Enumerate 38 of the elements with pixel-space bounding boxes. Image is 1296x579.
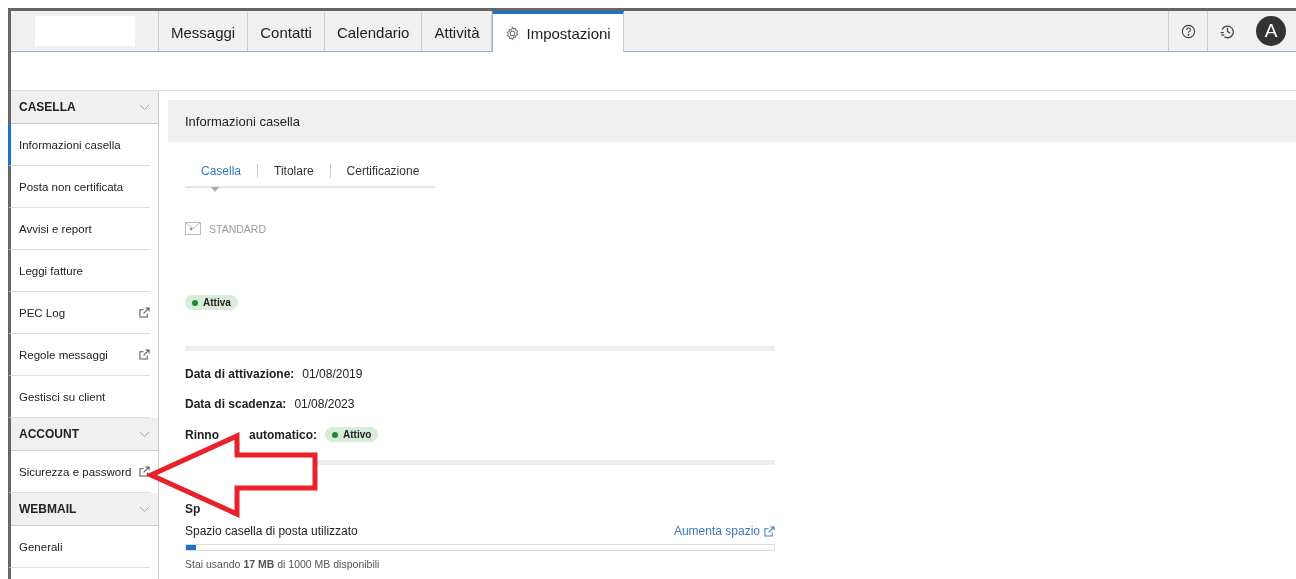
- field-value: 01/08/2023: [294, 397, 355, 411]
- user-avatar[interactable]: A: [1256, 16, 1286, 46]
- external-link-icon: [764, 525, 775, 537]
- sidebar-item[interactable]: Informazioni casella: [8, 124, 150, 166]
- status-badge: Attiva: [185, 295, 238, 310]
- chevron-icon[interactable]: [139, 103, 150, 111]
- history-icon[interactable]: [1218, 22, 1236, 40]
- chevron-icon[interactable]: [139, 505, 150, 513]
- sub-tab[interactable]: Certificazione: [329, 164, 436, 178]
- gear-icon: [505, 25, 521, 41]
- plan-label: STANDARD: [209, 222, 266, 235]
- panel-title: Informazioni casella: [185, 113, 300, 129]
- help-icon[interactable]: [1180, 23, 1196, 39]
- sub-tab[interactable]: Casella: [185, 164, 258, 178]
- field-value: 01/08/2019: [302, 367, 363, 381]
- sidebar-item[interactable]: Leggi fatture: [8, 250, 150, 292]
- sub-tab[interactable]: Titolare: [257, 164, 330, 178]
- section-title: WEBMAIL: [19, 502, 77, 516]
- nav-tab[interactable]: Impostazioni: [492, 11, 624, 52]
- field-label: Data di scadenza:: [185, 397, 287, 411]
- usage-caption: Stai usando 17 MB di 1000 MB disponibili: [185, 558, 381, 570]
- sidebar-item[interactable]: Posta non certificata: [8, 166, 150, 208]
- sidebar-item[interactable]: Avvisi e report: [8, 208, 150, 250]
- sidebar-item[interactable]: Regole messaggi: [8, 334, 150, 376]
- section-heading: Sp: [185, 502, 201, 516]
- caret-icon: [211, 187, 219, 192]
- sidebar-item[interactable]: PEC Log: [8, 292, 150, 334]
- field-label: automatico:: [249, 427, 317, 442]
- field-label: Rinno: [185, 427, 219, 442]
- section-title: CASELLA: [19, 100, 76, 114]
- sidebar-item[interactable]: Generali: [8, 526, 150, 568]
- increase-space-link[interactable]: Aumenta spazio: [673, 524, 775, 538]
- usage-label: Spazio casella di posta utilizzato: [185, 524, 358, 538]
- status-badge: Attivo: [325, 427, 379, 442]
- section-title: ACCOUNT: [19, 427, 79, 441]
- envelope-icon: [185, 222, 201, 235]
- field-label: Data di attivazione:: [185, 367, 295, 381]
- chevron-icon[interactable]: [139, 430, 150, 438]
